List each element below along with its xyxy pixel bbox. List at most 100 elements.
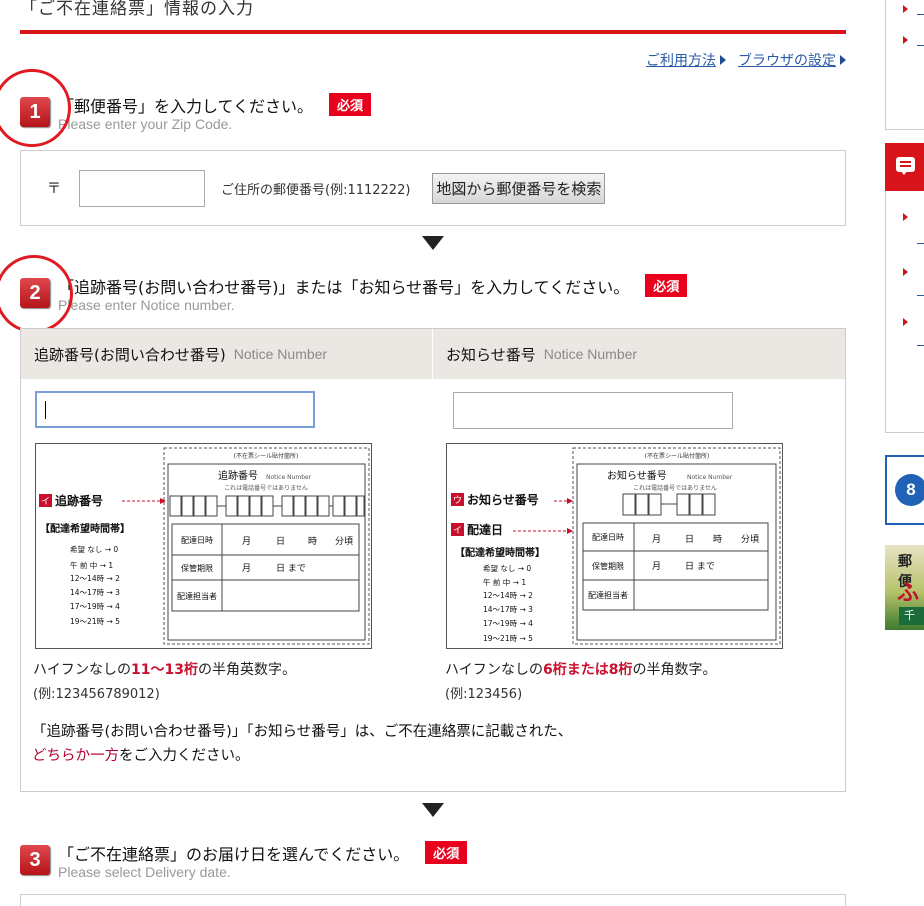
text-caret <box>45 401 46 419</box>
step-2-subheading: Please enter Notice number. <box>58 297 235 313</box>
row-retention-period: 保管期限 <box>181 563 213 573</box>
tracking-number-column-header: 追跡番号(お問い合わせ番号) Notice Number <box>21 329 432 379</box>
row-courier: 配達担当者 <box>588 590 628 600</box>
marker-i-label: 配達日 <box>467 522 503 537</box>
row-courier: 配達担当者 <box>177 591 217 601</box>
delivery-date-box <box>20 894 846 906</box>
time-option: 希望 なし → 0 <box>70 544 118 554</box>
zip-code-hint: ご住所の郵便番号(例:1112222) <box>221 182 411 198</box>
delivery-time-heading: 【配達希望時間帯】 <box>40 522 130 535</box>
sidebar-link[interactable] <box>917 45 924 46</box>
date-cell: 日 <box>276 536 285 547</box>
step-3-subheading: Please select Delivery date. <box>58 864 231 880</box>
promo-banner-text: ふ <box>897 581 920 606</box>
page-title: 「ご不在連絡票」情報の入力 <box>20 0 254 19</box>
until-cell: 月 <box>242 563 251 574</box>
time-option: 12～14時 → 2 <box>483 591 533 600</box>
slip-drawing: (不在票シール貼付箇所) 追跡番号 Notice Number これは電話番号で… <box>39 447 370 645</box>
tracking-number-example: (例:123456789012) <box>33 687 160 702</box>
search-zip-by-map-button[interactable]: 地図から郵便番号を検索 <box>432 172 606 204</box>
bullet-icon <box>903 5 908 13</box>
time-option: 14～17時 → 3 <box>70 588 120 597</box>
time-option: 17～19時 → 4 <box>70 602 120 611</box>
marker-u: ウ <box>453 495 462 506</box>
time-option: 19～21時 → 5 <box>483 634 533 643</box>
bullet-icon <box>903 36 908 44</box>
usage-link-label: ご利用方法 <box>646 53 716 69</box>
sidebar-member-banner[interactable]: 8 <box>885 455 924 525</box>
annotation-circle <box>0 69 71 147</box>
zip-box: 〒 ご住所の郵便番号(例:1112222) 地図から郵便番号を検索 <box>20 150 846 226</box>
row-retention-period: 保管期限 <box>592 561 624 571</box>
slip-box-note: これは電話番号ではありません <box>633 484 717 492</box>
marker-u-label: お知らせ番号 <box>467 492 539 507</box>
sidebar-link[interactable] <box>917 243 924 244</box>
until-cell: 日 まで <box>685 561 715 572</box>
date-cell: 日 <box>685 534 694 545</box>
until-cell: 日 まで <box>276 563 306 574</box>
bullet-icon <box>903 268 908 276</box>
tracking-number-input[interactable] <box>35 391 315 428</box>
date-cell: 分頃 <box>335 536 353 547</box>
sticker-area-label: (不在票シール貼付箇所) <box>234 452 299 460</box>
row-delivery-datetime: 配達日時 <box>181 535 213 545</box>
bullet-icon <box>903 213 908 221</box>
notice-number-column-header: お知らせ番号 Notice Number <box>432 329 845 379</box>
notice-number-input[interactable] <box>453 392 733 429</box>
date-cell: 分頃 <box>741 534 759 545</box>
slip-box-title-en: Notice Number <box>687 474 733 481</box>
notice-number-example: (例:123456) <box>445 687 523 702</box>
slip-box-note: これは電話番号ではありません <box>224 484 308 492</box>
marker-i-label: 追跡番号 <box>55 493 103 508</box>
chat-bubble-icon <box>896 157 915 175</box>
annotation-circle <box>0 255 73 333</box>
sidebar-link[interactable] <box>917 345 924 346</box>
step-number-badge: 3 <box>20 845 50 875</box>
time-option: 12～14時 → 2 <box>70 574 120 583</box>
required-badge: 必須 <box>425 841 468 864</box>
sidebar-inquiry-panel <box>885 191 924 433</box>
slip-drawing: (不在票シール貼付箇所) お知らせ番号 Notice Number これは電話番… <box>451 447 781 645</box>
notice-table-header: 追跡番号(お問い合わせ番号) Notice Number お知らせ番号 Notice… <box>21 329 845 379</box>
time-option: 17～19時 → 4 <box>483 619 533 628</box>
required-badge: 必須 <box>329 93 372 116</box>
notice-slip-illustration: (不在票シール貼付箇所) お知らせ番号 Notice Number これは電話番… <box>446 443 783 649</box>
down-arrow-icon <box>422 803 444 817</box>
step-3-heading: 「ご不在連絡票」のお届け日を選んでください。 必須 <box>58 841 468 865</box>
sticker-area-label: (不在票シール貼付箇所) <box>645 452 710 460</box>
input-note-line-2: どちらか一方をご入力ください。 <box>32 748 250 764</box>
promo-banner-text: 千 <box>899 607 924 625</box>
bullet-icon <box>903 318 908 326</box>
tracking-slip-illustration: (不在票シール貼付箇所) 追跡番号 Notice Number これは電話番号で… <box>35 443 372 649</box>
input-note-line-1: 「追跡番号(お問い合わせ番号)」「お知らせ番号」は、ご不在連絡票に記載された、 <box>32 724 573 740</box>
zip-code-input[interactable] <box>79 169 205 207</box>
time-option: 14～17時 → 3 <box>483 605 533 614</box>
row-delivery-datetime: 配達日時 <box>592 532 624 542</box>
date-cell: 時 <box>713 534 722 545</box>
time-option: 午 前 中 → 1 <box>70 560 113 570</box>
sidebar-promo-banner[interactable]: 郵便 ふ 千 <box>885 545 924 630</box>
date-cell: 月 <box>242 536 251 547</box>
sidebar-link[interactable] <box>917 14 924 15</box>
date-cell: 時 <box>308 536 317 547</box>
browser-settings-link-label: ブラウザの設定 <box>738 53 836 69</box>
notice-number-format: ハイフンなしの6桁または8桁の半角数字。 <box>445 662 717 678</box>
step-2-heading: 「追跡番号(お問い合わせ番号)」または「お知らせ番号」を入力してください。 必須 <box>58 274 688 298</box>
marker-i: イ <box>41 497 50 507</box>
delivery-time-heading: 【配達希望時間帯】 <box>455 546 545 559</box>
sidebar-inquiry-header <box>885 143 924 191</box>
browser-settings-link[interactable]: ブラウザの設定 <box>738 50 846 70</box>
step-1-subheading: Please enter your Zip Code. <box>58 116 233 132</box>
postal-mark-icon: 〒 <box>47 181 61 197</box>
usage-link[interactable]: ご利用方法 <box>646 50 726 70</box>
sidebar-link[interactable] <box>917 295 924 296</box>
time-option: 19～21時 → 5 <box>70 617 120 626</box>
help-links: ご利用方法 ブラウザの設定 <box>646 50 846 70</box>
arrow-right-icon <box>720 55 726 65</box>
until-cell: 月 <box>652 561 661 572</box>
sidebar-link-panel <box>885 0 924 130</box>
arrow-right-icon <box>840 55 846 65</box>
step-1-heading: 「郵便番号」を入力してください。 必須 <box>58 93 372 117</box>
time-option: 希望 なし → 0 <box>483 563 531 573</box>
member-icon: 8 <box>895 474 924 506</box>
